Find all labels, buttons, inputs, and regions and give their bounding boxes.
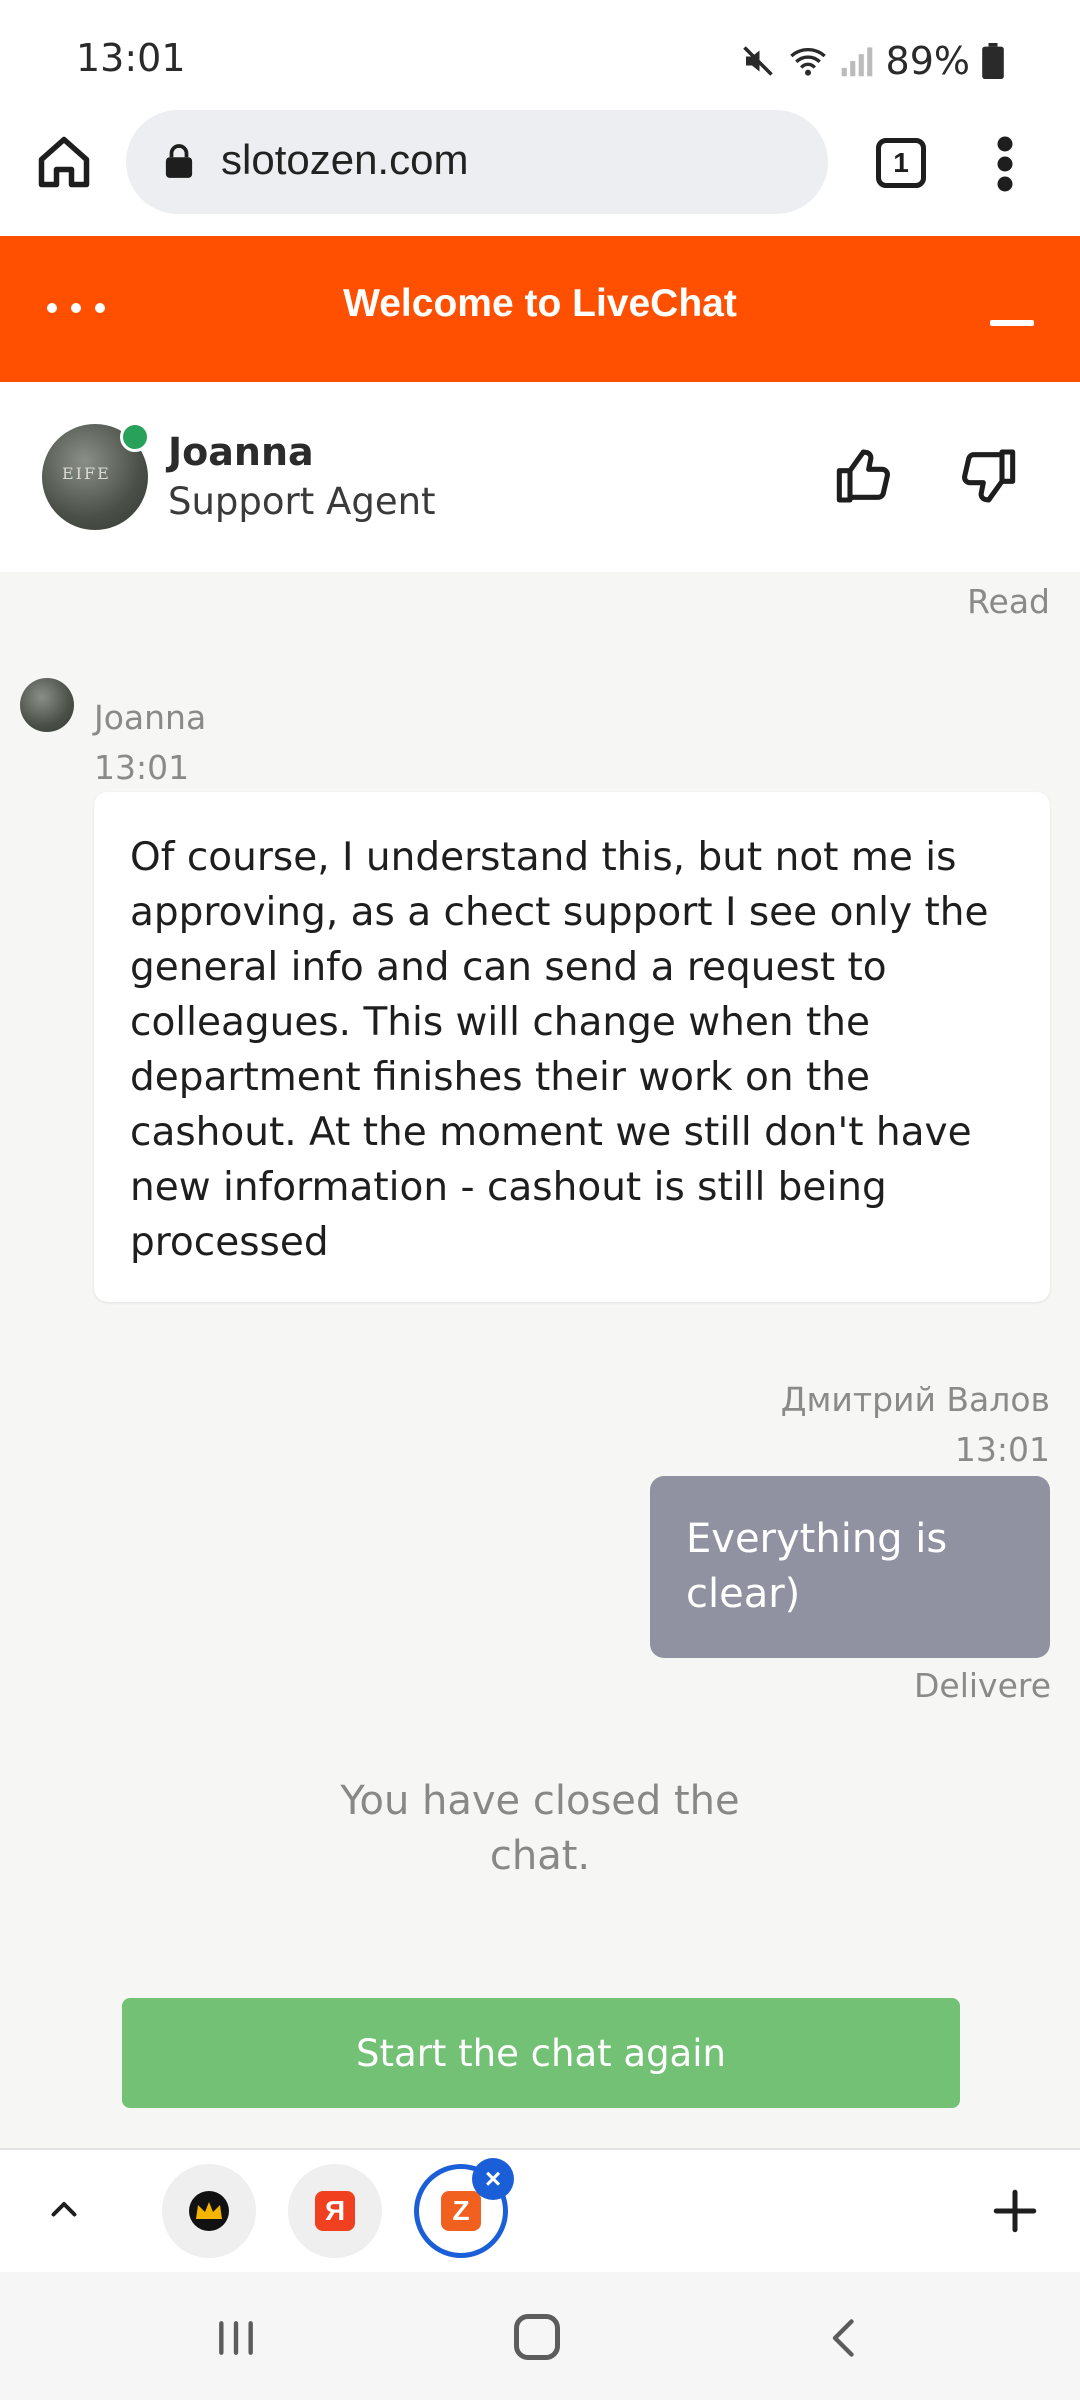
plus-icon[interactable]: [990, 2186, 1040, 2236]
slotozen-icon: Z: [441, 2191, 481, 2231]
battery-icon: [982, 43, 1004, 79]
status-bar: 13:01 89%: [0, 0, 1080, 110]
status-time: 13:01: [76, 36, 186, 80]
online-status-indicator: [120, 422, 150, 452]
tab-yandex[interactable]: Я: [288, 2164, 382, 2258]
yandex-icon: Я: [315, 2191, 355, 2231]
url-text[interactable]: slotozen.com: [221, 136, 468, 184]
wifi-icon: [789, 48, 826, 76]
lock-icon: [165, 144, 193, 178]
system-navigation-bar: [0, 2272, 1080, 2400]
message-avatar: [20, 678, 74, 732]
message-time: 13:01: [94, 748, 190, 787]
agent-role: Support Agent: [168, 480, 436, 523]
browser-toolbar: slotozen.com 1: [0, 110, 1080, 238]
tab-count-button[interactable]: 1: [876, 138, 926, 188]
tab-strip: Я Z ×: [0, 2148, 1080, 2274]
start-chat-again-button[interactable]: Start the chat again: [122, 1998, 960, 2108]
minimize-icon[interactable]: [990, 320, 1034, 326]
agent-name: Joanna: [168, 430, 314, 474]
address-bar[interactable]: slotozen.com: [126, 110, 828, 214]
chevron-up-icon[interactable]: [46, 2192, 82, 2228]
user-message-time: 13:01: [954, 1430, 1050, 1469]
signal-icon: [841, 47, 872, 77]
thumbs-down-icon[interactable]: [954, 444, 1018, 508]
home-icon[interactable]: [34, 132, 94, 192]
mute-icon: [742, 46, 773, 76]
recent-apps-icon[interactable]: [214, 2316, 258, 2360]
tab-crown[interactable]: [162, 2164, 256, 2258]
home-nav-icon[interactable]: [514, 2314, 560, 2360]
chat-transcript[interactable]: Read Joanna 13:01 Of course, I understan…: [0, 572, 1080, 2148]
status-icons: 89%: [740, 36, 1004, 86]
message-author: Joanna: [94, 698, 207, 737]
user-message-bubble: Everything is clear): [650, 1476, 1050, 1658]
thumbs-up-icon[interactable]: [834, 444, 898, 508]
more-vertical-icon[interactable]: [992, 134, 1018, 194]
read-status: Read: [967, 582, 1050, 621]
livechat-header: Welcome to LiveChat: [0, 236, 1080, 382]
delivery-status: Delivered: [914, 1666, 1050, 1705]
close-tab-icon[interactable]: ×: [472, 2158, 514, 2200]
agent-message-bubble: Of course, I understand this, but not me…: [94, 792, 1050, 1302]
avatar-text: EIFE: [62, 464, 111, 483]
livechat-title: Welcome to LiveChat: [343, 282, 737, 325]
back-icon[interactable]: [824, 2316, 868, 2360]
user-message-author: Дмитрий Валов: [780, 1380, 1050, 1419]
crown-icon: [189, 2191, 229, 2231]
chat-closed-notice: You have closed the chat.: [340, 1778, 740, 1879]
agent-info-bar: EIFE Joanna Support Agent: [0, 382, 1080, 572]
battery-percent: 89%: [885, 39, 970, 83]
